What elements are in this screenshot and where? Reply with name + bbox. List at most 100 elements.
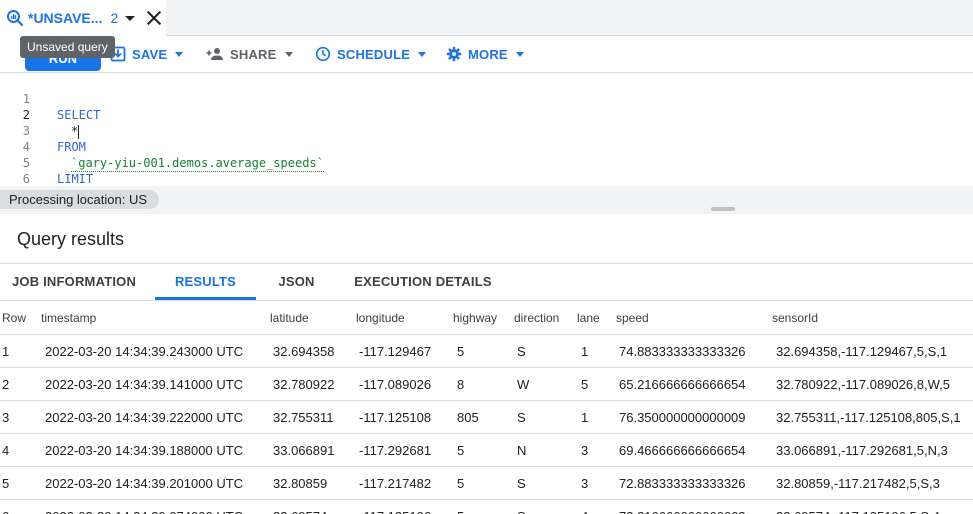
tab-json[interactable]: JSON [263, 264, 330, 300]
chevron-down-icon [175, 51, 184, 57]
table-header: Row timestamp latitude longitude highway… [0, 302, 973, 335]
table-cell: 32.80859 [273, 476, 328, 491]
table-cell: 3 [581, 443, 589, 458]
table-cell: 2022-03-20 14:34:39.141000 UTC [45, 377, 244, 392]
chevron-down-icon [515, 51, 524, 57]
table-row[interactable]: 1 2022-03-20 14:34:39.243000 UTC 32.694358… [0, 335, 973, 368]
table-cell: 32.80859,-117.217482,5,S,3 [776, 476, 940, 491]
table-row[interactable]: 2 2022-03-20 14:34:39.141000 UTC 32.780922… [0, 368, 973, 401]
more-button-label: MORE [468, 46, 508, 62]
code-line: 4 `gary-yiu-001.demos.average_speeds` [0, 123, 973, 172]
chevron-down-icon [284, 51, 293, 57]
table-cell: 33.066891 [273, 443, 335, 458]
table-cell: 32.755311 [273, 410, 334, 425]
table-cell: 5 [457, 344, 465, 359]
more-button[interactable]: MORE [446, 42, 524, 66]
table-cell: 72.883333333333326 [619, 476, 746, 491]
query-tab-count: 2 [110, 10, 119, 26]
code-line: 3 FROM [0, 107, 973, 154]
column-header[interactable]: timestamp [41, 302, 96, 335]
table-cell: 32.69574,-117.135106,5,S,4 [776, 500, 940, 514]
tab-results[interactable]: RESULTS [155, 264, 256, 300]
table-row[interactable]: 4 2022-03-20 14:34:39.188000 UTC 33.066891… [0, 434, 973, 467]
table-cell: 3 [581, 476, 589, 491]
table-cell: 805 [457, 410, 479, 425]
table-cell: 4 [581, 500, 588, 514]
share-button[interactable]: SHARE [206, 42, 293, 66]
tab-execution-details[interactable]: EXECUTION DETAILS [346, 264, 500, 300]
sql-editor[interactable]: 1 SELECT 2 * 3 FROM 4 `gary-yiu-001.demo… [0, 73, 973, 202]
resize-handle[interactable] [711, 207, 735, 211]
column-header[interactable]: direction [514, 302, 559, 335]
table-cell: 2022-03-20 14:34:39.243000 UTC [45, 344, 244, 359]
column-header[interactable]: longitude [356, 302, 405, 335]
table-cell: 2022-03-20 14:34:39.201000 UTC [45, 476, 244, 491]
code-line: 2 * [0, 91, 973, 139]
table-cell: -117.089026 [359, 377, 432, 392]
tab-job-information[interactable]: JOB INFORMATION [0, 264, 148, 300]
code-line: 5 LIMIT [0, 139, 973, 186]
column-header[interactable]: Row [2, 302, 26, 335]
table-row[interactable]: 5 2022-03-20 14:34:39.201000 UTC 32.80859 -… [0, 467, 973, 500]
close-icon[interactable] [146, 10, 162, 26]
table-cell: 4 [2, 443, 10, 458]
query-search-icon [6, 9, 24, 27]
schedule-button-label: SCHEDULE [337, 46, 411, 62]
table-cell: 2022-03-20 14:34:39.188000 UTC [45, 443, 244, 458]
table-cell: S [517, 476, 526, 491]
query-tab[interactable]: *UNSAVE... 2 [0, 0, 166, 36]
table-cell: 32.694358 [273, 344, 335, 359]
code-keyword: LIMIT [57, 172, 94, 186]
line-number: 6 [22, 172, 30, 186]
table-cell: -117.125108 [359, 410, 432, 425]
column-header[interactable]: lane [577, 302, 600, 335]
code-line: 6 1000 [0, 155, 973, 202]
table-cell: 2022-03-20 14:34:39.074000 UTC [45, 500, 243, 514]
table-cell: 5 [2, 476, 10, 491]
table-cell: N [517, 443, 527, 458]
add-person-icon [206, 48, 223, 60]
editor-tab-strip: *UNSAVE... 2 [0, 0, 973, 36]
table-cell: 33.066891,-117.292681,5,N,3 [776, 443, 948, 458]
column-header[interactable]: latitude [270, 302, 309, 335]
column-header[interactable]: sensorId [772, 302, 818, 335]
table-cell: -117.129467 [359, 344, 432, 359]
table-cell: 5 [457, 500, 464, 514]
table-cell: 69.466666666666654 [619, 443, 746, 458]
clock-icon [315, 46, 331, 62]
table-cell: 76.350000000000009 [619, 410, 746, 425]
code-line: 1 SELECT [0, 75, 973, 122]
schedule-button[interactable]: SCHEDULE [315, 42, 427, 66]
table-row[interactable]: 6 2022-03-20 14:34:39.074000 UTC 32.69574 -… [0, 500, 973, 514]
table-cell: S [517, 500, 526, 514]
table-cell: 65.216666666666654 [619, 377, 746, 392]
table-cell: -117.135106 [359, 500, 431, 514]
table-cell: 32.755311,-117.125108,805,S,1 [776, 410, 961, 425]
table-cell: S [517, 410, 526, 425]
table-cell: 6 [2, 500, 9, 514]
table-cell: 1 [581, 344, 589, 359]
table-cell: 3 [2, 410, 10, 425]
table-cell: 5 [457, 476, 465, 491]
table-cell: 1 [2, 344, 10, 359]
table-cell: 32.780922 [273, 377, 335, 392]
chevron-down-icon [418, 51, 427, 57]
chevron-down-icon[interactable] [125, 15, 136, 21]
table-cell: -117.217482 [359, 476, 432, 491]
column-header[interactable]: highway [453, 302, 497, 335]
column-header[interactable]: speed [616, 302, 649, 335]
save-button[interactable]: SAVE [110, 42, 184, 66]
table-cell: 32.694358,-117.129467,5,S,1 [776, 344, 948, 359]
table-cell: 5 [581, 377, 589, 392]
table-row[interactable]: 3 2022-03-20 14:34:39.222000 UTC 32.755311… [0, 401, 973, 434]
results-title: Query results [17, 229, 125, 249]
table-cell: 32.780922,-117.089026,8,W,5 [776, 377, 950, 392]
processing-location-chip: Processing location: US [0, 190, 160, 209]
processing-location-bar: Processing location: US [0, 186, 973, 214]
table-cell: 1 [581, 410, 589, 425]
table-cell: 2022-03-20 14:34:39.222000 UTC [45, 410, 244, 425]
share-button-label: SHARE [230, 46, 277, 62]
query-toolbar: RUN SAVE SHARE SCHEDULE MORE [0, 36, 973, 73]
table-cell: -117.292681 [359, 443, 432, 458]
table-cell: W [517, 377, 530, 392]
